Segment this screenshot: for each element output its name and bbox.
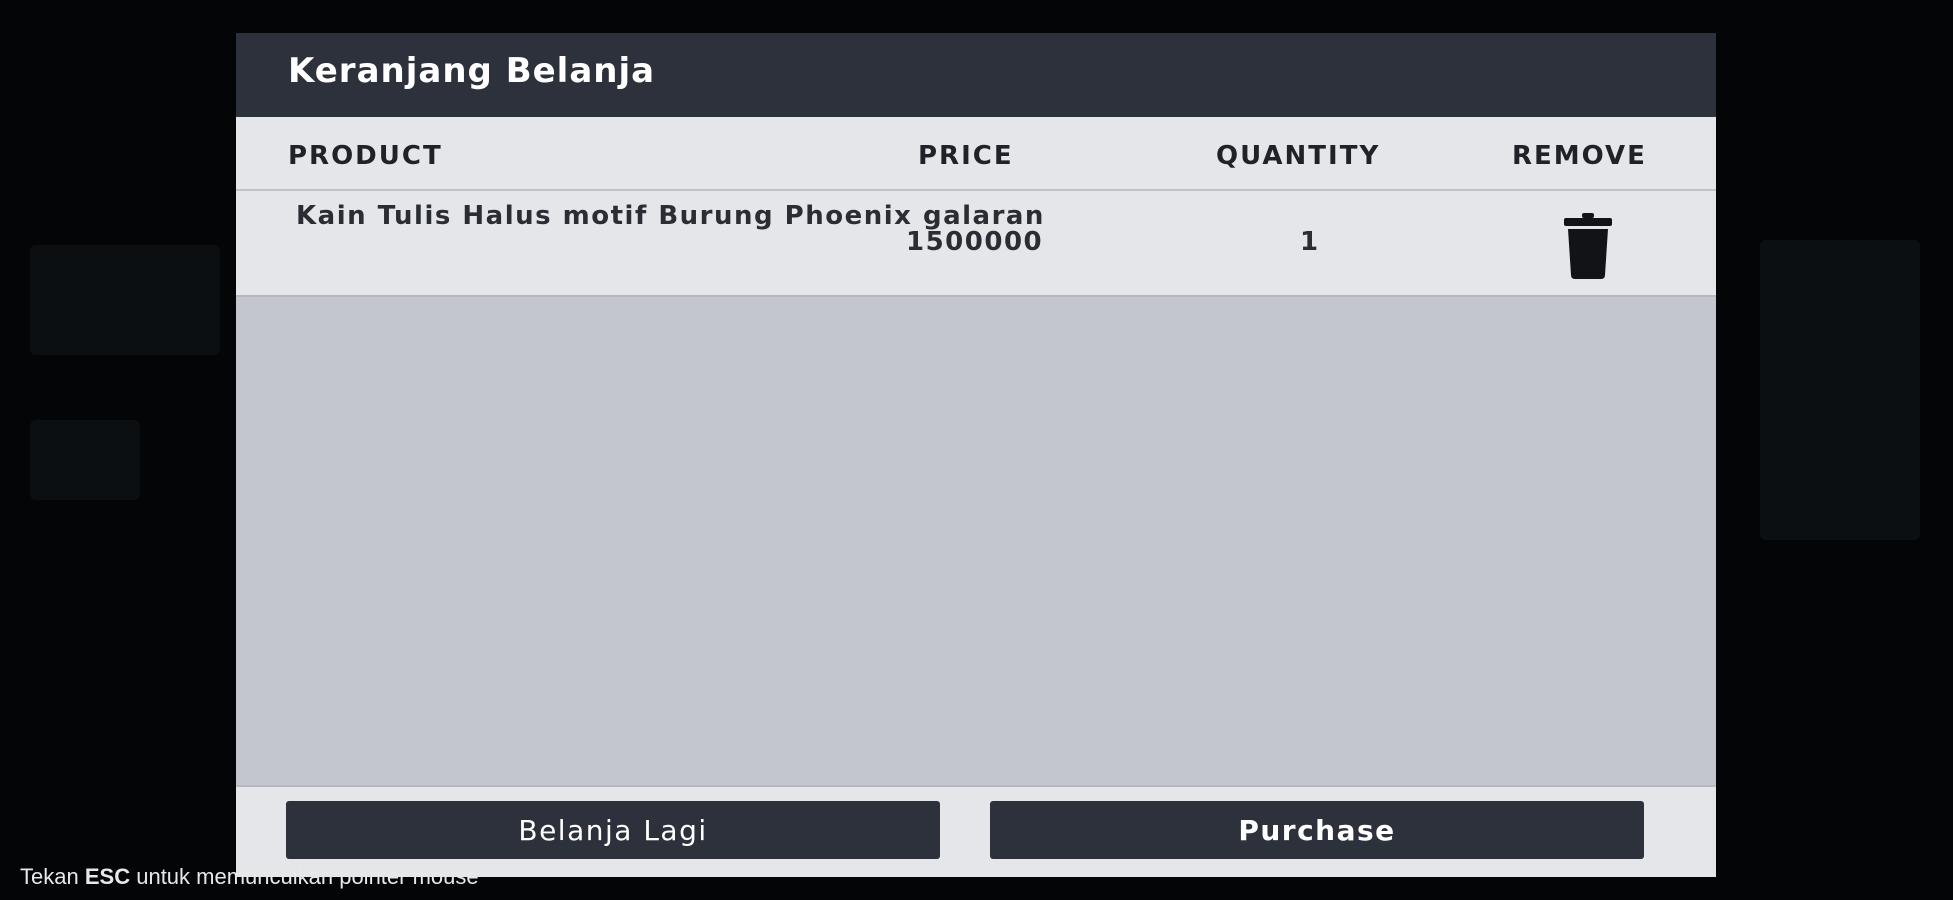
hint-prefix: Tekan bbox=[20, 864, 79, 889]
table-header: PRODUCT PRICE QUANTITY REMOVE bbox=[236, 117, 1716, 191]
remove-item-button[interactable] bbox=[1562, 213, 1614, 279]
background-scene-block bbox=[30, 420, 140, 500]
column-header-product: PRODUCT bbox=[288, 141, 443, 171]
column-header-price: PRICE bbox=[918, 141, 1014, 171]
hint-key: ESC bbox=[84, 864, 131, 889]
table-row: Kain Tulis Halus motif Burung Phoenix ga… bbox=[236, 191, 1716, 297]
product-price: 1500000 bbox=[906, 227, 1044, 257]
shopping-cart-dialog: Keranjang Belanja PRODUCT PRICE QUANTITY… bbox=[236, 33, 1716, 877]
trash-icon bbox=[1564, 213, 1612, 279]
purchase-button[interactable]: Purchase bbox=[990, 801, 1644, 859]
column-header-remove: REMOVE bbox=[1512, 141, 1647, 171]
dialog-titlebar: Keranjang Belanja bbox=[236, 33, 1716, 120]
esc-hint: Tekan ESC untuk memunculkan pointer mous… bbox=[20, 864, 479, 890]
dialog-title: Keranjang Belanja bbox=[288, 51, 656, 91]
background-scene-block bbox=[1760, 240, 1920, 540]
continue-shopping-button[interactable]: Belanja Lagi bbox=[286, 801, 940, 859]
hint-suffix: untuk memunculkan pointer mouse bbox=[136, 864, 479, 889]
product-quantity: 1 bbox=[1300, 227, 1319, 257]
column-header-quantity: QUANTITY bbox=[1216, 141, 1381, 171]
background-scene-block bbox=[30, 245, 220, 355]
